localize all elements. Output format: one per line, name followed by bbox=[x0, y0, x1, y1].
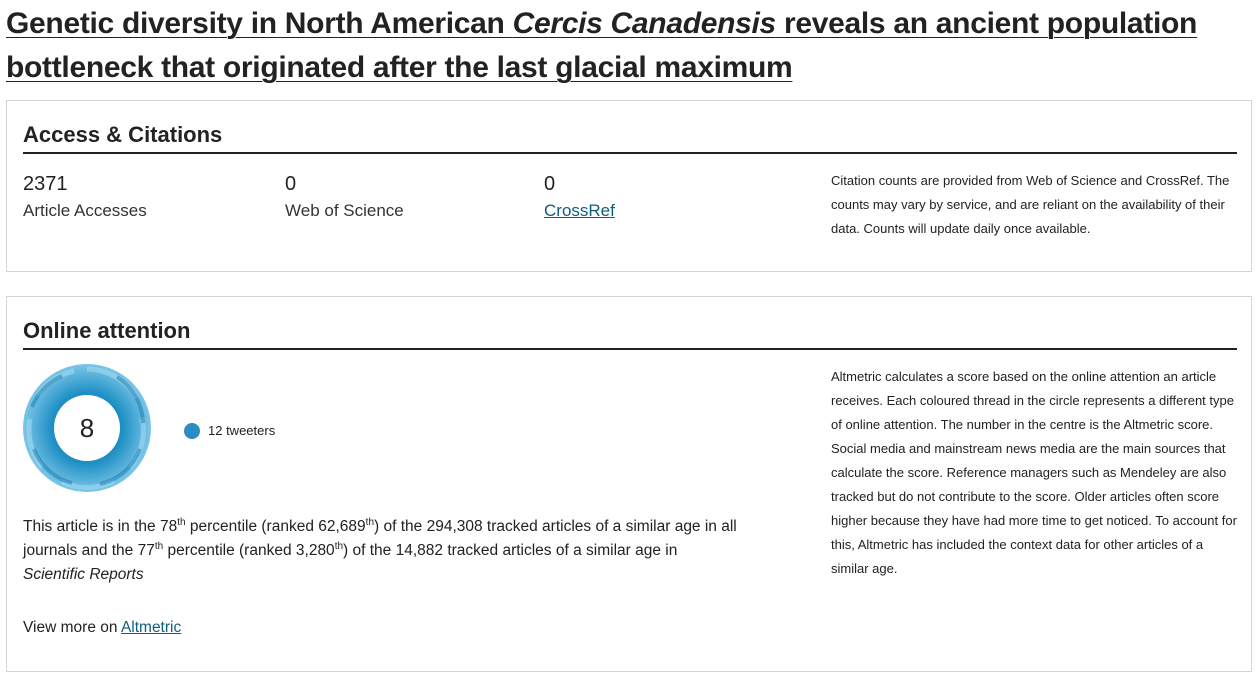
citation-counts-note: Citation counts are provided from Web of… bbox=[831, 173, 1230, 236]
percentile-text: This article is in the bbox=[23, 518, 160, 535]
tweeters-dot-icon bbox=[184, 423, 200, 439]
online-attention-panel: Online attention 8 12 tweeters This arti… bbox=[6, 296, 1252, 672]
attention-legend-item: 12 tweeters bbox=[184, 423, 275, 439]
altmetric-score: 8 bbox=[79, 413, 95, 443]
journal-name: Scientific Reports bbox=[23, 566, 144, 583]
article-title: Genetic diversity in North American Cerc… bbox=[6, 2, 1246, 90]
title-species-name: Cercis Canadensis bbox=[512, 7, 777, 40]
access-citations-panel: Access & Citations 2371 Article Accesses… bbox=[6, 100, 1252, 272]
access-citations-heading: Access & Citations bbox=[23, 120, 1237, 154]
crossref-metric: 0 CrossRef bbox=[544, 171, 615, 225]
percentile-value-journal: 77 bbox=[137, 542, 155, 559]
percentile-text: percentile (ranked bbox=[163, 542, 296, 559]
ordinal-suffix: th bbox=[177, 516, 186, 528]
rank-all: 62,689 bbox=[318, 518, 366, 535]
web-of-science-metric: 0 Web of Science bbox=[285, 171, 404, 225]
web-of-science-value: 0 bbox=[285, 173, 297, 195]
percentile-text: ) of the bbox=[343, 542, 396, 559]
ordinal-suffix: th bbox=[154, 540, 164, 552]
ordinal-suffix: th bbox=[365, 516, 375, 528]
crossref-value: 0 bbox=[544, 173, 556, 195]
percentile-statement: This article is in the 78th percentile (… bbox=[23, 515, 763, 587]
percentile-text: tracked articles of a similar age in bbox=[443, 542, 678, 559]
altmetric-donut[interactable]: 8 bbox=[22, 363, 152, 493]
title-text-start: Genetic diversity in North American bbox=[6, 7, 513, 40]
percentile-text: percentile (ranked bbox=[185, 518, 319, 535]
article-accesses-metric: 2371 Article Accesses bbox=[23, 171, 147, 225]
article-metrics-page: Genetic diversity in North American Cerc… bbox=[0, 0, 1260, 677]
tweeters-label: 12 tweeters bbox=[208, 423, 276, 438]
article-accesses-value: 2371 bbox=[23, 173, 68, 195]
total-tracked-all: 294,308 bbox=[426, 518, 483, 535]
altmetric-explanation: Altmetric calculates a score based on th… bbox=[831, 369, 1237, 576]
rank-journal: 3,280 bbox=[295, 542, 335, 559]
percentile-text: ) of the bbox=[374, 518, 427, 535]
ordinal-suffix: th bbox=[334, 540, 344, 552]
web-of-science-label: Web of Science bbox=[285, 201, 404, 220]
total-tracked-journal: 14,882 bbox=[395, 542, 444, 559]
percentile-value-all: 78 bbox=[159, 518, 178, 535]
online-attention-heading: Online attention bbox=[23, 316, 1237, 350]
view-more-line: View more on Altmetric bbox=[23, 616, 181, 640]
article-accesses-label: Article Accesses bbox=[23, 201, 147, 220]
view-more-prefix: View more on bbox=[23, 619, 121, 636]
article-title-link[interactable]: Genetic diversity in North American Cerc… bbox=[6, 7, 1197, 84]
altmetric-link[interactable]: Altmetric bbox=[121, 619, 181, 636]
crossref-link[interactable]: CrossRef bbox=[544, 201, 615, 220]
